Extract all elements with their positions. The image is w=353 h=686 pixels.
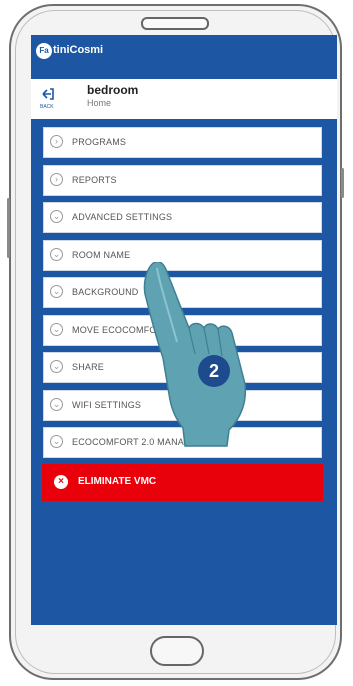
back-icon[interactable]	[41, 87, 55, 101]
brand-bar: Fa tiniCosmi	[31, 35, 337, 68]
menu-item-reports[interactable]: › REPORTS	[43, 164, 322, 196]
home-button[interactable]	[150, 636, 204, 666]
speaker-grill	[141, 17, 209, 30]
menu-item-label: REPORTS	[72, 174, 117, 185]
chevron-down-icon: ⌄	[50, 435, 63, 448]
volume-button	[7, 198, 10, 258]
eliminate-vmc-label: ELIMINATE VMC	[78, 476, 157, 487]
logo-icon: Fa	[36, 43, 52, 59]
menu-item-programs[interactable]: › PROGRAMS	[43, 127, 322, 158]
logo-text: tiniCosmi	[53, 44, 104, 56]
menu-item-label: ADVANCED SETTINGS	[72, 212, 173, 222]
chevron-down-icon: ⌄	[50, 360, 63, 373]
room-title: bedroom	[87, 83, 139, 97]
back-label[interactable]: BACK	[40, 104, 54, 110]
chevron-down-icon: ⌄	[50, 397, 63, 411]
pointing-hand-icon	[143, 262, 247, 447]
step-badge: 2	[198, 355, 230, 387]
menu-item-label: SHARE	[72, 362, 105, 372]
chevron-down-icon: ⌄	[50, 322, 63, 336]
room-header: BACK bedroom Home	[31, 79, 337, 119]
menu-item-advanced-settings[interactable]: ⌄ ADVANCED SETTINGS	[43, 202, 322, 233]
power-button	[341, 168, 344, 198]
chevron-right-icon: ›	[50, 172, 63, 186]
menu-item-label: BACKGROUND	[72, 287, 139, 297]
chevron-right-icon: ›	[50, 135, 63, 148]
menu-item-label: ROOM NAME	[72, 249, 131, 260]
chevron-down-icon: ⌄	[50, 247, 63, 261]
menu-item-label: PROGRAMS	[72, 137, 127, 147]
menu-item-label: WIFI SETTINGS	[72, 399, 142, 410]
close-icon: ×	[54, 475, 68, 489]
room-subtitle: Home	[87, 98, 112, 108]
eliminate-vmc-button[interactable]: × ELIMINATE VMC	[42, 464, 323, 501]
chevron-down-icon: ⌄	[50, 210, 63, 223]
chevron-down-icon: ⌄	[50, 285, 63, 298]
